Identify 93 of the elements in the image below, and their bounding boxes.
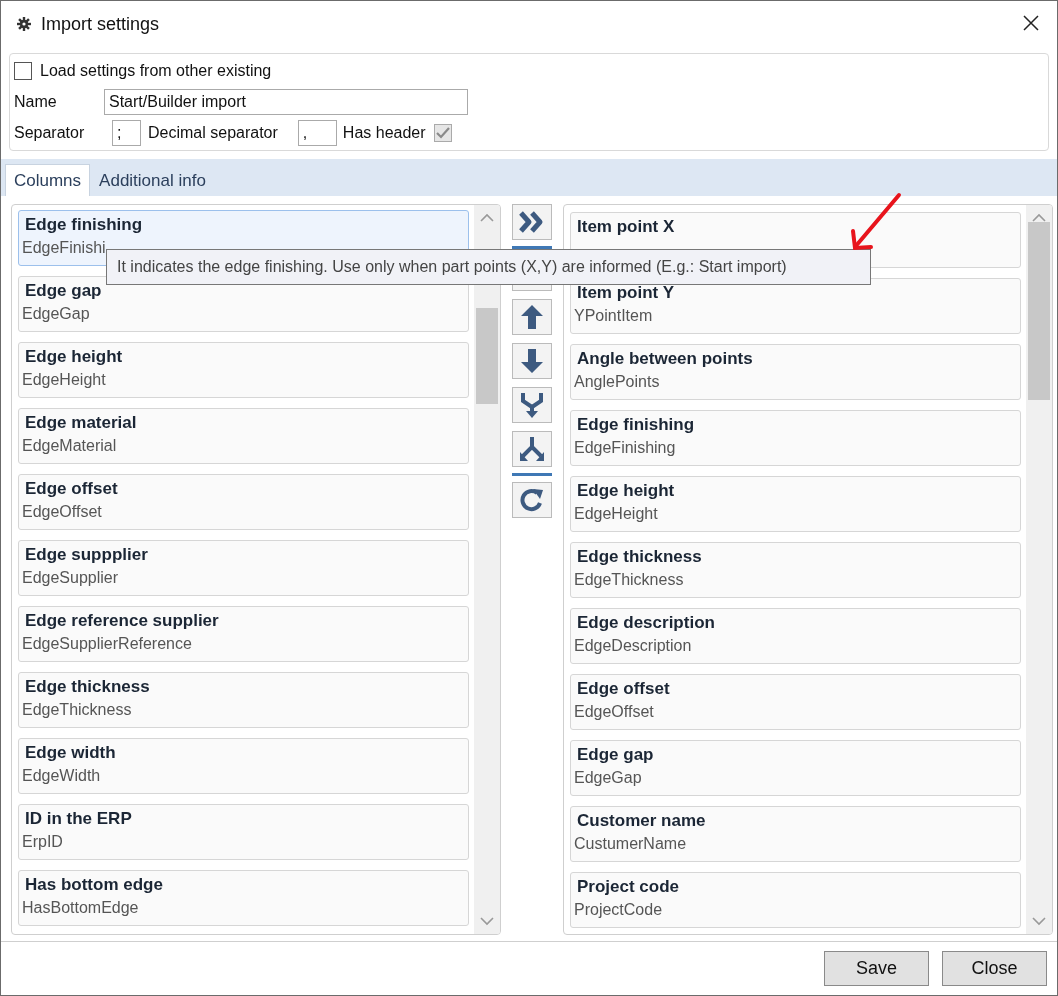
column-item[interactable]: Angle between points AnglePoints bbox=[570, 344, 1021, 400]
field-label: Separator bbox=[14, 124, 86, 142]
column-title: Angle between points bbox=[576, 349, 754, 369]
column-item[interactable]: Customer name CustumerName bbox=[570, 806, 1021, 862]
column-title: Edge gap bbox=[576, 745, 655, 765]
column-field: AnglePoints bbox=[574, 373, 1017, 391]
scrollbar[interactable] bbox=[1026, 205, 1052, 934]
column-item[interactable]: Item point Y YPointItem bbox=[570, 278, 1021, 334]
refresh-icon bbox=[518, 486, 546, 514]
merge-button[interactable] bbox=[512, 387, 552, 423]
window-title: Import settings bbox=[41, 13, 160, 35]
checkbox-label: Load settings from other existing bbox=[40, 62, 272, 80]
refresh-button[interactable] bbox=[512, 482, 552, 518]
close-button[interactable]: Close bbox=[942, 951, 1047, 986]
column-item[interactable]: Edge description EdgeDescription bbox=[570, 608, 1021, 664]
column-title: Edge description bbox=[576, 613, 716, 633]
tooltip: It indicates the edge finishing. Use only when part points (X,Y) are informed (E.g.: Start import) bbox=[106, 249, 871, 285]
decimal-separator-field[interactable]: , bbox=[297, 120, 337, 146]
column-title: Edge offset bbox=[576, 679, 671, 699]
scroll-up-icon[interactable] bbox=[1032, 213, 1046, 222]
column-field: EdgeSupplierReference bbox=[22, 635, 465, 653]
name-field[interactable]: Start/Builder import bbox=[104, 89, 468, 115]
column-field: EdgeHeight bbox=[574, 505, 1017, 523]
column-field: EdgeThickness bbox=[574, 571, 1017, 589]
column-field: EdgeWidth bbox=[22, 767, 465, 785]
column-title: Edge thickness bbox=[24, 677, 151, 697]
column-field: ProjectCode bbox=[574, 901, 1017, 919]
scroll-down-icon[interactable] bbox=[1032, 917, 1046, 926]
column-title: Edge finishing bbox=[24, 215, 144, 235]
column-field: EdgeOffset bbox=[22, 503, 465, 521]
column-field: EdgeSupplier bbox=[22, 569, 465, 587]
gear-icon bbox=[17, 17, 31, 31]
column-title: Customer name bbox=[576, 811, 707, 831]
checkbox-label: Has header bbox=[342, 124, 426, 142]
column-field: CustumerName bbox=[574, 835, 1017, 853]
column-item[interactable]: Edge height EdgeHeight bbox=[18, 342, 469, 398]
scroll-thumb[interactable] bbox=[1028, 222, 1050, 400]
merge-icon bbox=[518, 391, 546, 419]
column-title: Item point Y bbox=[576, 283, 675, 303]
column-title: Has bottom edge bbox=[24, 875, 164, 895]
column-item[interactable]: Edge thickness EdgeThickness bbox=[18, 672, 469, 728]
column-item[interactable]: Edge gap EdgeGap bbox=[570, 740, 1021, 796]
split-icon bbox=[518, 435, 546, 463]
column-item[interactable]: Edge height EdgeHeight bbox=[570, 476, 1021, 532]
column-field: EdgeThickness bbox=[22, 701, 465, 719]
column-title: Edge height bbox=[24, 347, 124, 367]
column-item[interactable]: Edge thickness EdgeThickness bbox=[570, 542, 1021, 598]
column-item[interactable]: Edge material EdgeMaterial bbox=[18, 408, 469, 464]
column-field: EdgeOffset bbox=[574, 703, 1017, 721]
column-item[interactable]: Edge offset EdgeOffset bbox=[570, 674, 1021, 730]
column-title: Edge width bbox=[24, 743, 117, 763]
column-item[interactable]: ID in the ERP ErpID bbox=[18, 804, 469, 860]
column-field: EdgeMaterial bbox=[22, 437, 465, 455]
column-field: YPointItem bbox=[574, 307, 1017, 325]
column-item[interactable]: Edge offset EdgeOffset bbox=[18, 474, 469, 530]
column-item[interactable]: Edge finishing EdgeFinishing bbox=[570, 410, 1021, 466]
column-item[interactable]: Has bottom edge HasBottomEdge bbox=[18, 870, 469, 926]
field-label: Decimal separator bbox=[148, 124, 278, 142]
checkbox[interactable] bbox=[14, 62, 32, 80]
column-item[interactable]: Edge suppplier EdgeSupplier bbox=[18, 540, 469, 596]
column-item[interactable]: Edge reference supplier EdgeSupplierReference bbox=[18, 606, 469, 662]
column-field: ErpID bbox=[22, 833, 465, 851]
arrow-down-button[interactable] bbox=[512, 343, 552, 379]
column-field: EdgeHeight bbox=[22, 371, 465, 389]
split-button[interactable] bbox=[512, 431, 552, 467]
scroll-thumb[interactable] bbox=[476, 308, 498, 404]
column-title: Edge suppplier bbox=[24, 545, 149, 565]
column-title: Edge thickness bbox=[576, 547, 703, 567]
column-title: Edge offset bbox=[24, 479, 119, 499]
save-button[interactable]: Save bbox=[824, 951, 929, 986]
column-title: Edge finishing bbox=[576, 415, 696, 435]
field-label: Name bbox=[14, 93, 58, 111]
column-field: EdgeGap bbox=[574, 769, 1017, 787]
arrow-up-button[interactable] bbox=[512, 299, 552, 335]
column-title: Edge material bbox=[24, 413, 138, 433]
double-chevron-button[interactable] bbox=[512, 204, 552, 240]
column-title: ID in the ERP bbox=[24, 809, 133, 829]
column-field: EdgeFinishing bbox=[574, 439, 1017, 457]
column-title: Item point X bbox=[576, 217, 676, 237]
column-title: Edge height bbox=[576, 481, 676, 501]
column-field: HasBottomEdge bbox=[22, 899, 465, 917]
column-item[interactable]: Project code ProjectCode bbox=[570, 872, 1021, 928]
separator-field[interactable]: ; bbox=[112, 120, 141, 146]
column-field: EdgeGap bbox=[22, 305, 465, 323]
column-field: EdgeDescription bbox=[574, 637, 1017, 655]
scroll-down-icon[interactable] bbox=[480, 917, 494, 926]
column-title: Edge reference supplier bbox=[24, 611, 220, 631]
column-item[interactable]: Edge width EdgeWidth bbox=[18, 738, 469, 794]
tab[interactable]: Columns bbox=[5, 164, 91, 196]
scroll-up-icon[interactable] bbox=[480, 213, 494, 222]
column-title: Edge gap bbox=[24, 281, 103, 301]
column-title: Project code bbox=[576, 877, 681, 897]
tab[interactable]: Additional info bbox=[90, 164, 215, 196]
